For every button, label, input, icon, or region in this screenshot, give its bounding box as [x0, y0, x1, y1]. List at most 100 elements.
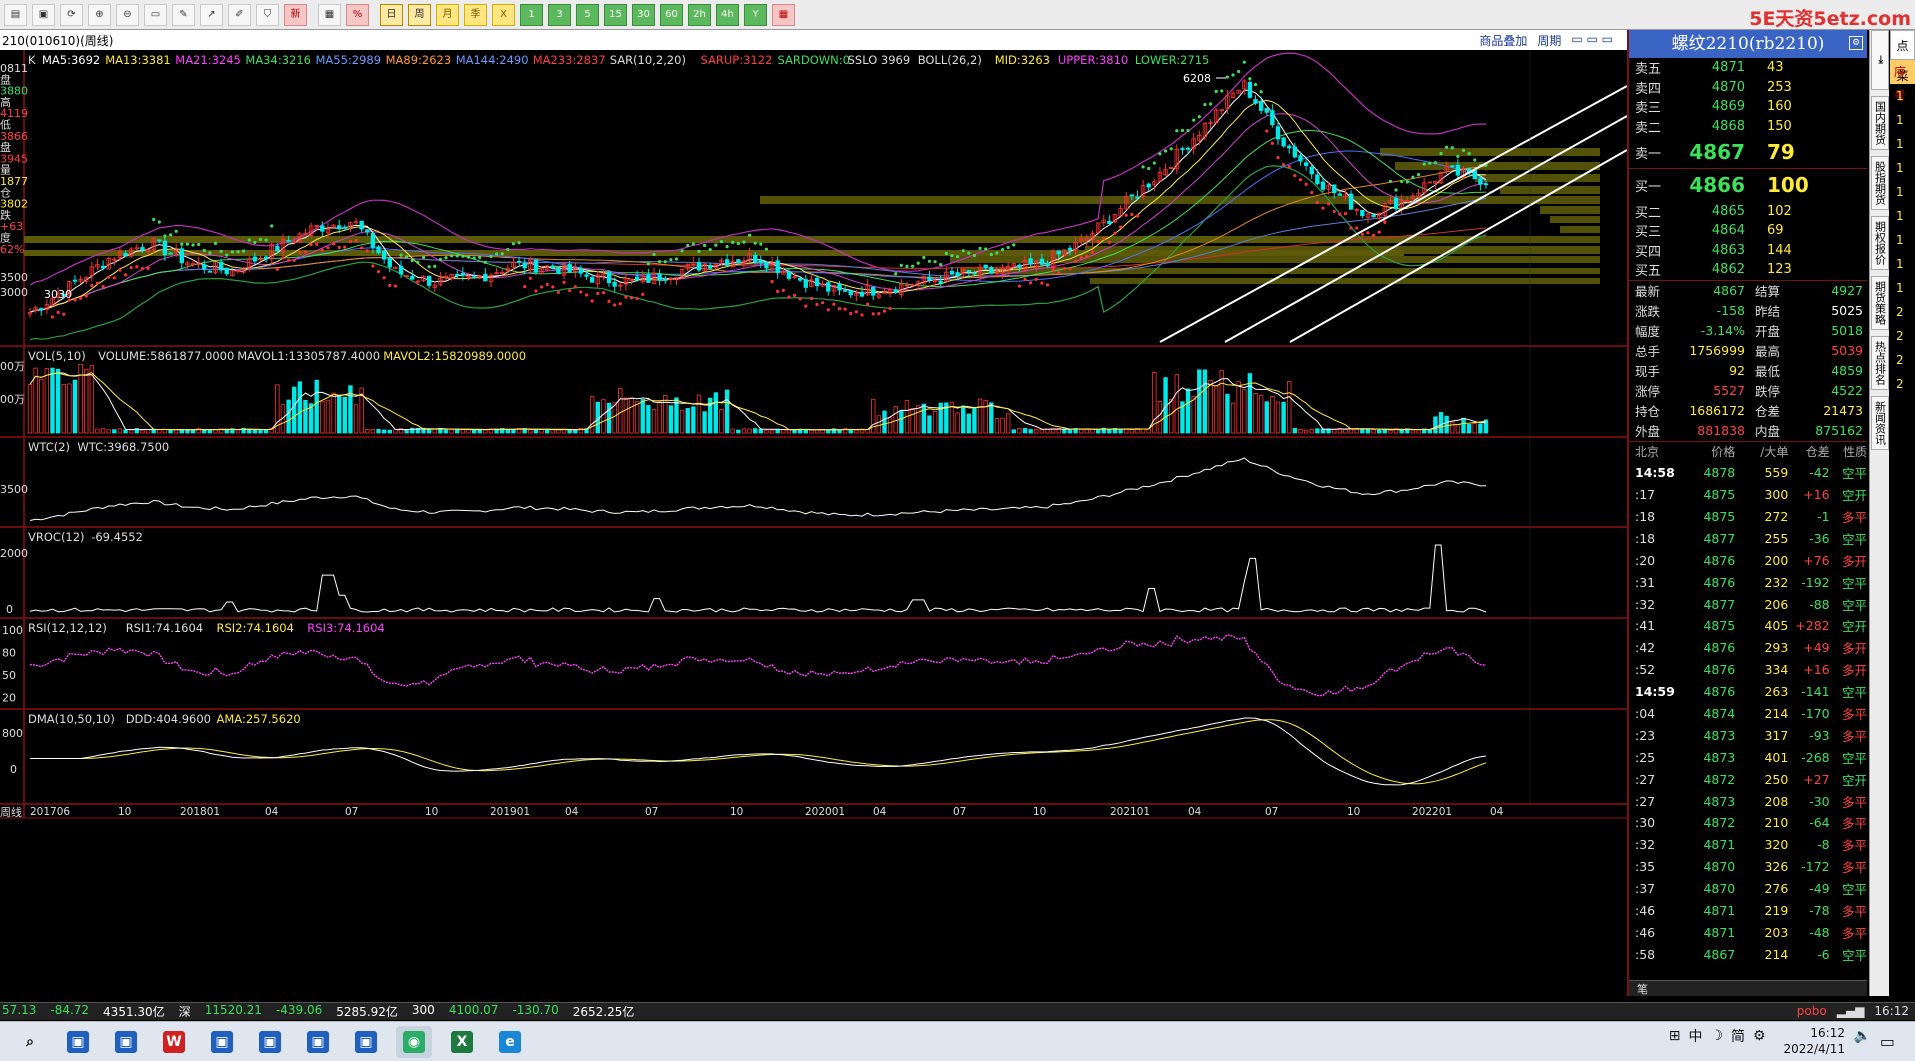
bid-row[interactable]: 买四 4863 144 — [1629, 241, 1867, 261]
window-button[interactable]: ▭ — [144, 3, 167, 26]
table-button[interactable]: ▦ — [318, 3, 341, 26]
ask-row[interactable]: 卖四 4870 253 — [1629, 78, 1867, 98]
zoom-in-button[interactable]: ⊕ — [88, 3, 111, 26]
tick-row[interactable]: :46 4871 203 -48 多平 — [1629, 921, 1867, 943]
app6-icon[interactable]: ▣ — [348, 1026, 384, 1058]
tick-list[interactable]: 14:58 4878 559 -42 空平:17 4875 300 +16 空开:18 4875 2… — [1629, 462, 1867, 965]
tick-row[interactable]: :20 4876 200 +76 多开 — [1629, 549, 1867, 571]
tick-row[interactable]: :23 4873 317 -93 多平 — [1629, 724, 1867, 746]
tick-row[interactable]: :31 4876 232 -192 空平 — [1629, 571, 1867, 593]
bid-row[interactable]: 买一 4866 100 — [1629, 169, 1867, 201]
volume-icon[interactable]: 🔈 — [1854, 1028, 1871, 1044]
app2-icon[interactable]: ▣ — [108, 1026, 144, 1058]
tick-row[interactable]: :41 4875 405 +282 空开 — [1629, 615, 1867, 637]
tick-row[interactable]: :32 4877 206 -88 空平 — [1629, 593, 1867, 615]
tick-row[interactable]: :37 4870 276 -49 空平 — [1629, 878, 1867, 900]
edge-icon[interactable]: e — [492, 1026, 528, 1058]
tick-row[interactable]: :42 4876 293 +49 多开 — [1629, 637, 1867, 659]
tick-row[interactable]: :58 4867 214 -6 空平 — [1629, 943, 1867, 965]
tab-period[interactable]: 周期 — [1537, 32, 1561, 49]
app3-icon[interactable]: ▣ — [204, 1026, 240, 1058]
month-button[interactable]: 月 — [436, 3, 459, 26]
ask-row[interactable]: 卖一 4867 79 — [1629, 136, 1867, 168]
side-tab[interactable]: 热点排名 — [1870, 336, 1889, 390]
m3-button[interactable]: 3 — [548, 3, 571, 26]
tick-row[interactable]: 14:59 4876 263 -141 空平 — [1629, 681, 1867, 703]
side-tab[interactable]: 期权报价 — [1870, 216, 1889, 270]
percent-button[interactable]: % — [346, 3, 369, 26]
ask-row[interactable]: 卖五 4871 43 — [1629, 58, 1867, 78]
settings-icon[interactable]: ⚙ — [1849, 36, 1863, 50]
m30-button[interactable]: 30 — [632, 3, 655, 26]
open-button[interactable]: ▣ — [32, 3, 55, 26]
wps-icon[interactable]: W — [156, 1026, 192, 1058]
side-tab[interactable]: 国内期货 — [1870, 96, 1889, 150]
m1-button[interactable]: 1 — [520, 3, 543, 26]
tick-row[interactable]: 14:58 4878 559 -42 空平 — [1629, 462, 1867, 484]
h2-button[interactable]: 2h — [688, 3, 711, 26]
chart-area[interactable]: K MA5:3692 MA13:3381 MA21:3245 MA34:3216 MA55… — [0, 50, 1627, 996]
draw-button[interactable]: ✎ — [172, 3, 195, 26]
tick-row[interactable]: :27 4872 250 +27 空开 — [1629, 768, 1867, 790]
side-tab[interactable]: 股指期货 — [1870, 156, 1889, 210]
file-button[interactable]: ▤ — [4, 3, 27, 26]
h4-button[interactable]: 4h — [716, 3, 739, 26]
tick-volume: 219 — [1764, 903, 1789, 918]
sar-dot — [899, 263, 903, 267]
app1-icon[interactable]: ▣ — [60, 1026, 96, 1058]
sar-dot — [410, 258, 414, 263]
tick-row[interactable]: :25 4873 401 -268 空平 — [1629, 746, 1867, 768]
calendar-button[interactable]: ▦ — [772, 3, 795, 26]
wechat-icon[interactable]: ◉ — [396, 1025, 432, 1058]
tick-row[interactable]: :04 4874 214 -170 多平 — [1629, 703, 1867, 725]
line-button[interactable]: ↗ — [200, 3, 223, 26]
y-button[interactable]: Y — [744, 3, 767, 26]
tick-row[interactable]: :18 4877 255 -36 空平 — [1629, 527, 1867, 549]
clock[interactable]: 16:12 2022/4/11 — [1783, 1025, 1845, 1057]
pen-button[interactable]: ✐ — [228, 3, 251, 26]
tick-tab[interactable]: 笔 — [1629, 980, 1867, 996]
app4-icon[interactable]: ▣ — [252, 1026, 288, 1058]
ime-simp[interactable]: 简 — [1731, 1026, 1745, 1046]
tick-row[interactable]: :46 4871 219 -78 多平 — [1629, 900, 1867, 922]
bid-row[interactable]: 买二 4865 102 — [1629, 201, 1867, 221]
m15-button[interactable]: 15 — [604, 3, 627, 26]
refresh-button[interactable]: ⟳ — [60, 3, 83, 26]
window-controls-icon[interactable]: ▭ ▭ ▭ — [1571, 32, 1613, 49]
new-button[interactable]: 新 — [284, 3, 307, 26]
bid-row[interactable]: 买三 4864 69 — [1629, 221, 1867, 241]
week-button[interactable]: 周 — [408, 3, 431, 26]
moon-icon[interactable]: ☽ — [1710, 1028, 1723, 1044]
tick-row[interactable]: :32 4871 320 -8 多平 — [1629, 834, 1867, 856]
m60-button[interactable]: 60 — [660, 3, 683, 26]
excel-icon[interactable]: X — [444, 1026, 480, 1058]
tick-row[interactable]: :17 4875 300 +16 空开 — [1629, 484, 1867, 506]
tick-row[interactable]: :30 4872 210 -64 多平 — [1629, 812, 1867, 834]
day-button[interactable]: 日 — [380, 3, 403, 26]
candlestick-chart[interactable]: K MA5:3692 MA13:3381 MA21:3245 MA34:3216 MA55… — [0, 50, 1627, 996]
gear-icon[interactable]: ⚙ — [1753, 1028, 1766, 1044]
bid-row[interactable]: 买五 4862 123 — [1629, 260, 1867, 280]
tick-row[interactable]: :52 4876 334 +16 多开 — [1629, 659, 1867, 681]
ask-row[interactable]: 卖二 4868 150 — [1629, 117, 1867, 137]
side-tab[interactable]: 期货策略 — [1870, 276, 1889, 330]
x-button[interactable]: X — [492, 3, 515, 26]
funnel-button[interactable]: ⛉ — [256, 3, 279, 26]
tick-row[interactable]: :35 4870 326 -172 多平 — [1629, 856, 1867, 878]
tab-overlay[interactable]: 商品叠加 — [1479, 32, 1527, 49]
app5-icon[interactable]: ▣ — [300, 1026, 336, 1058]
zoom-out-button[interactable]: ⊖ — [116, 3, 139, 26]
sar-dot — [1298, 178, 1303, 182]
ime-cn[interactable]: 中 — [1688, 1026, 1702, 1046]
ask-row[interactable]: 卖三 4869 160 — [1629, 97, 1867, 117]
season-button[interactable]: 季 — [464, 3, 487, 26]
search-icon[interactable]: ⌕ — [12, 1026, 48, 1058]
collapse-icon[interactable]: ⇥ — [1870, 30, 1889, 90]
tick-row[interactable]: :27 4873 208 -30 多平 — [1629, 790, 1867, 812]
side-tab[interactable]: 新闻资讯 — [1870, 396, 1889, 450]
far-right-header[interactable]: 点菜 — [1890, 30, 1915, 83]
notification-icon[interactable]: ▭ — [1880, 1032, 1895, 1051]
tick-row[interactable]: :18 4875 272 -1 多平 — [1629, 506, 1867, 528]
ime-icon[interactable]: ⊞ — [1669, 1028, 1681, 1044]
m5-button[interactable]: 5 — [576, 3, 599, 26]
